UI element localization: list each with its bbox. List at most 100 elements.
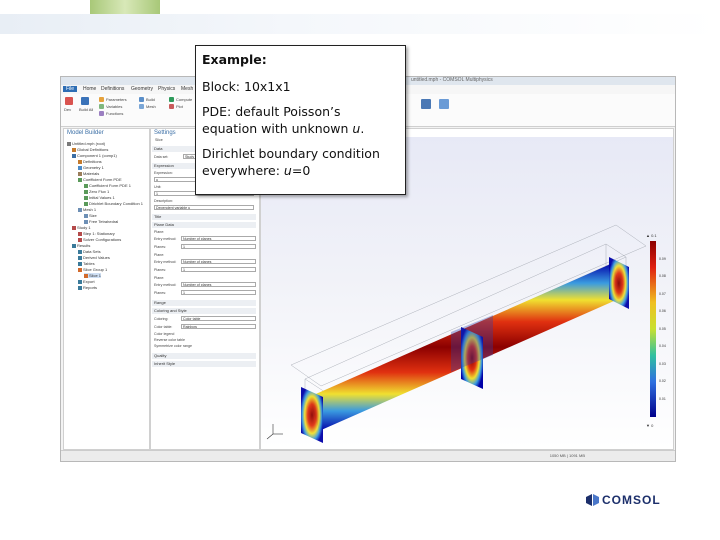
model-builder-title: Model Builder [67,130,104,136]
model-builder-panel: Model Builder Untitled.mph (root) Global… [63,128,150,450]
legend-max: ▲ 0.1 [646,233,657,238]
entry-method-select[interactable]: Number of planes [181,236,256,241]
plot-icon[interactable] [169,104,174,109]
planes-input-2[interactable]: 1 [181,267,256,272]
add-physics-icon[interactable] [421,99,431,109]
section-coloring[interactable]: Coloring and Style [152,308,256,314]
tree-item-slice[interactable]: Slice 1 [84,273,102,278]
tree-item-slice-group[interactable]: Slice Group 1 [78,267,107,272]
entry-method-select-2[interactable]: Number of planes [181,259,256,264]
ribbon-label-parameters: Parameters [106,97,127,102]
status-bar: 1050 MB | 1091 MB [61,450,675,461]
symmetrize-checkbox[interactable]: Symmetrize color range [154,344,192,348]
physics-icon [78,177,82,182]
coloring-select[interactable]: Color table [181,316,256,321]
tree-item-step[interactable]: Step 1: Stationary [78,231,115,236]
ribbon-label-build: Build [146,97,155,102]
dirichlet-icon [84,201,88,206]
menu-tab-home[interactable]: Home [83,86,96,92]
mesh-icon[interactable] [139,104,144,109]
tree-item-pde-1[interactable]: Coefficient Form PDE 1 [84,183,131,188]
tree-item-free-tet[interactable]: Free Tetrahedral [84,219,118,224]
build-geometry-icon[interactable] [139,97,144,102]
tree-item-component[interactable]: Component 1 (comp1) [72,153,117,158]
entry-method-label-2: Entry method: [154,260,177,264]
legend-min: ▼ 0 [646,423,654,428]
tree-item-global-definitions[interactable]: Global Definitions [72,147,108,152]
parameters-icon[interactable] [99,97,104,102]
slice-plane-middle-outline [451,315,493,372]
tree-item-pde[interactable]: Coefficient Form PDE [78,177,122,182]
functions-icon[interactable] [99,111,104,116]
global-icon [72,147,76,152]
study-icon [72,225,76,230]
axis-triad [266,424,283,440]
tree-item-derived[interactable]: Derived Values [78,255,110,260]
section-title[interactable]: Title [152,214,256,220]
build-all-icon[interactable] [81,97,89,105]
callout-bc: Dirichlet boundary condition everywhere:… [202,146,380,178]
legend-checkbox[interactable]: Color legend [154,332,174,336]
section-inherit-style[interactable]: Inherit Style [152,361,256,367]
tree-item-mesh[interactable]: Mesh 1 [78,207,96,212]
plane-label-3: Plane: [154,276,165,280]
add-study-icon[interactable] [439,99,449,109]
menu-tab-definitions[interactable]: Definitions [101,86,124,92]
section-plane-data[interactable]: Plane Data [152,222,256,228]
menu-tab-file[interactable]: File [63,86,78,92]
menu-tab-mesh[interactable]: Mesh [181,86,193,92]
tree-item-tables[interactable]: Tables [78,261,95,266]
decorative-header-band [90,0,160,14]
slide-header-band [0,14,720,34]
legend-tick: 0.06 [659,309,666,313]
tree-item-solver[interactable]: Solver Configurations [78,237,121,242]
derived-values-icon [78,255,82,260]
color-table-label: Color table: [154,325,173,329]
initial-values-icon [84,195,88,200]
color-table-select[interactable]: Rainbow [181,324,256,329]
entry-method-label: Entry method: [154,237,177,241]
variables-icon[interactable] [99,104,104,109]
physics-feature-icon [84,183,88,188]
color-legend-bar [650,241,656,417]
tree-item-size[interactable]: Size [84,213,97,218]
reverse-checkbox[interactable]: Reverse color table [154,338,185,342]
planes-input[interactable]: 1 [181,244,256,249]
description-input[interactable]: Dependent variable u [154,205,254,210]
datasets-icon [78,249,82,254]
planes-input-3[interactable]: 1 [181,290,256,295]
tables-icon [78,261,82,266]
description-label: Description: [154,199,173,203]
tree-item-results[interactable]: Results [72,243,90,248]
boundary-icon [84,189,88,194]
tree-item-zero-flux[interactable]: Zero Flux 1 [84,189,109,194]
memory-status: 1050 MB | 1091 MB [549,453,585,458]
planes-label-3: Planes: [154,291,166,295]
tree-item-export[interactable]: Export [78,279,95,284]
menu-tab-geometry[interactable]: Geometry [131,86,153,92]
tree-item-root[interactable]: Untitled.mph (root) [67,141,105,146]
tree-item-reports[interactable]: Reports [78,285,97,290]
section-quality[interactable]: Quality [152,353,256,359]
callout-title: Example: [202,52,267,67]
tree-item-geometry[interactable]: Geometry 1 [78,165,104,170]
unit-label: Unit: [154,185,162,189]
tree-item-datasets[interactable]: Data Sets [78,249,101,254]
tree-item-materials[interactable]: Materials [78,171,99,176]
tree-item-definitions[interactable]: Definitions [78,159,102,164]
callout-pde: PDE: default Poisson’s equation with unk… [202,104,365,136]
entry-method-label-3: Entry method: [154,283,177,287]
tree-item-study[interactable]: Study 1 [72,225,91,230]
dev-icon[interactable] [65,97,73,105]
tree-item-dirichlet[interactable]: Dirichlet Boundary Condition 1 [84,201,143,206]
compute-icon[interactable] [169,97,174,102]
component-icon [72,153,76,158]
size-icon [84,213,88,218]
settings-subtitle: Slice [155,138,163,142]
menu-tab-physics[interactable]: Physics [158,86,175,92]
ribbon-label-build-all: Build All [79,107,94,112]
tree-item-initial-values[interactable]: Initial Values 1 [84,195,115,200]
entry-method-select-3[interactable]: Number of planes [181,282,256,287]
section-range[interactable]: Range [152,300,256,306]
planes-label-2: Planes: [154,268,166,272]
